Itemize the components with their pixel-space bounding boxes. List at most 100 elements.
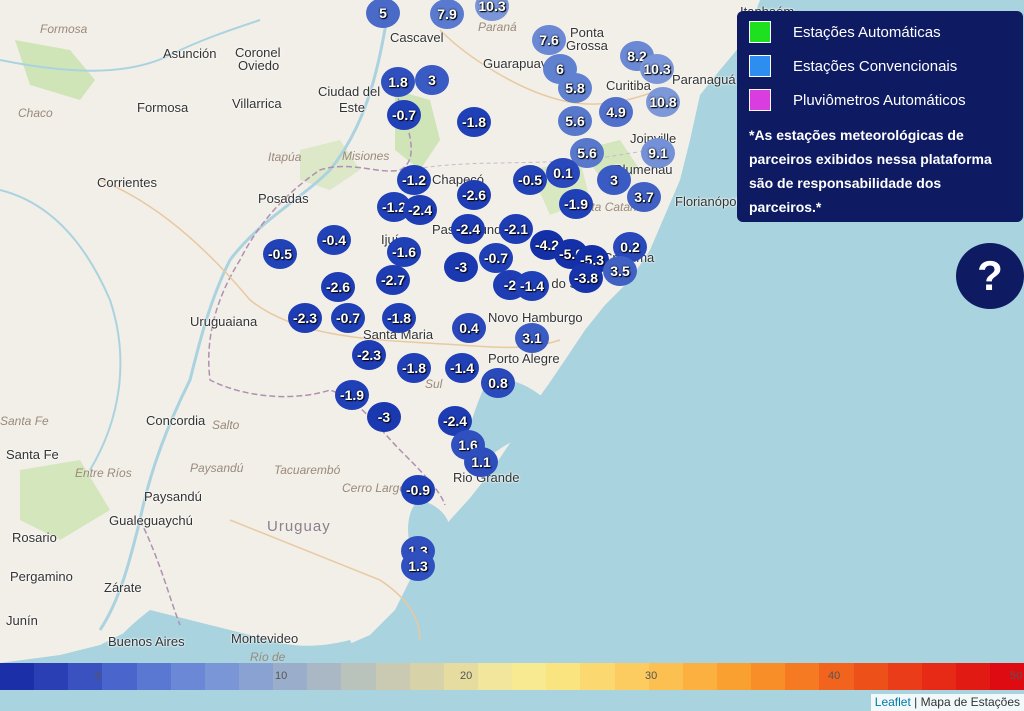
station-marker[interactable]: -1.8 bbox=[457, 107, 491, 137]
station-marker[interactable]: -3 bbox=[367, 402, 401, 432]
station-marker[interactable]: -1.4 bbox=[445, 353, 479, 383]
question-icon: ? bbox=[977, 252, 1003, 299]
legend-label: Pluviômetros Automáticos bbox=[793, 91, 966, 109]
region-label: Itapúa bbox=[268, 150, 302, 164]
scale-tick-label: 50 bbox=[1010, 670, 1023, 682]
scale-segment bbox=[580, 663, 615, 690]
scale-segment bbox=[546, 663, 581, 690]
scale-segment bbox=[136, 663, 171, 690]
station-marker[interactable]: -3.8 bbox=[569, 263, 603, 293]
scale-segment bbox=[307, 663, 342, 690]
scale-segment bbox=[785, 663, 820, 690]
station-marker[interactable]: -2.3 bbox=[352, 340, 386, 370]
city-label: Concordia bbox=[146, 413, 206, 428]
station-marker[interactable]: -1.9 bbox=[335, 380, 369, 410]
scale-segment bbox=[716, 663, 752, 690]
city-label: Oviedo bbox=[238, 58, 280, 73]
station-marker[interactable]: -1.6 bbox=[387, 237, 421, 267]
scale-segment bbox=[853, 663, 888, 690]
scale-segment bbox=[238, 663, 274, 690]
legend-swatch bbox=[749, 89, 771, 111]
station-marker[interactable]: -2.6 bbox=[321, 272, 355, 302]
station-marker[interactable]: 9.1 bbox=[641, 138, 675, 168]
city-label: Curitiba bbox=[606, 78, 651, 93]
station-marker[interactable]: -0.7 bbox=[331, 303, 365, 333]
station-marker[interactable]: 3.7 bbox=[627, 182, 661, 212]
station-marker[interactable]: 3 bbox=[597, 165, 631, 195]
station-marker[interactable]: 3.1 bbox=[515, 323, 549, 353]
station-marker[interactable]: -1.4 bbox=[515, 271, 549, 301]
city-label: Formosa bbox=[137, 100, 189, 115]
station-marker[interactable]: -2.6 bbox=[457, 180, 491, 210]
scale-tick-label: 0 bbox=[95, 670, 102, 682]
station-marker[interactable]: 10.8 bbox=[646, 87, 680, 117]
station-marker[interactable]: 1.3 bbox=[401, 551, 435, 581]
station-marker[interactable]: 0.8 bbox=[481, 368, 515, 398]
station-marker[interactable]: 3.5 bbox=[603, 256, 637, 286]
station-marker[interactable]: 5.6 bbox=[558, 106, 592, 136]
station-marker[interactable]: 0.4 bbox=[452, 313, 486, 343]
scale-tick-label: 40 bbox=[828, 670, 841, 682]
scale-segment bbox=[341, 663, 376, 690]
city-label: Villarrica bbox=[232, 96, 282, 111]
help-button[interactable]: ? bbox=[956, 243, 1024, 309]
city-label: Ciudad del bbox=[318, 84, 381, 99]
scale-tick-label: 20 bbox=[460, 670, 473, 682]
scale-segment bbox=[887, 663, 922, 690]
attribution-text: | Mapa de Estações bbox=[914, 695, 1020, 709]
region-label: Paysandú bbox=[190, 461, 244, 475]
station-marker[interactable]: 0.1 bbox=[546, 158, 580, 188]
station-marker[interactable]: -0.5 bbox=[263, 239, 297, 269]
leaflet-link[interactable]: Leaflet bbox=[875, 695, 911, 709]
scale-segment bbox=[751, 663, 786, 690]
station-marker[interactable]: -1.8 bbox=[397, 353, 431, 383]
station-marker[interactable]: -1.8 bbox=[382, 303, 416, 333]
station-marker[interactable]: 7.6 bbox=[532, 25, 566, 55]
station-marker[interactable]: 1.8 bbox=[381, 67, 415, 97]
station-marker[interactable]: -1.2 bbox=[397, 165, 431, 195]
legend-swatch bbox=[749, 55, 771, 77]
region-label: Misiones bbox=[342, 149, 390, 163]
station-marker[interactable]: -2.1 bbox=[499, 214, 533, 244]
city-label: Uruguaiana bbox=[190, 314, 258, 329]
city-label: Zárate bbox=[104, 580, 142, 595]
station-marker[interactable]: -0.5 bbox=[513, 165, 547, 195]
station-marker[interactable]: 10.3 bbox=[640, 54, 674, 84]
station-marker[interactable]: -0.7 bbox=[479, 243, 513, 273]
station-marker[interactable]: -2.4 bbox=[451, 214, 485, 244]
scale-tick-label: 10 bbox=[275, 670, 288, 682]
station-marker[interactable]: 5.8 bbox=[558, 73, 592, 103]
station-marker[interactable]: 3 bbox=[415, 65, 449, 95]
station-marker[interactable]: -1.9 bbox=[559, 189, 593, 219]
station-marker[interactable]: 1.1 bbox=[464, 447, 498, 477]
legend-label: Estações Convencionais bbox=[793, 57, 958, 75]
scale-segment bbox=[204, 663, 239, 690]
region-label: Tacuarembó bbox=[274, 463, 341, 477]
city-label: Gualeguaychú bbox=[109, 513, 193, 528]
scale-segment bbox=[512, 663, 547, 690]
station-marker[interactable]: -0.9 bbox=[401, 475, 435, 505]
legend-item: Estações Convencionais bbox=[749, 55, 1011, 77]
city-label: Este bbox=[339, 100, 366, 115]
station-marker[interactable]: -2.7 bbox=[376, 265, 410, 295]
station-marker[interactable]: -2.3 bbox=[288, 303, 322, 333]
region-label: Sul bbox=[425, 377, 443, 391]
station-marker[interactable]: 4.9 bbox=[599, 97, 633, 127]
station-marker[interactable]: -3 bbox=[444, 252, 478, 282]
station-marker[interactable]: -0.4 bbox=[317, 225, 351, 255]
scale-segment bbox=[375, 663, 410, 690]
city-label: Cascavel bbox=[390, 30, 444, 45]
scale-segment bbox=[614, 663, 649, 690]
scale-segment bbox=[921, 663, 956, 690]
station-marker[interactable]: -2.4 bbox=[403, 195, 437, 225]
legend-note: *As estações meteorológicas de parceiros… bbox=[749, 127, 992, 215]
legend-item: Estações Automáticas bbox=[749, 21, 1011, 43]
city-label: Rosario bbox=[12, 530, 57, 545]
station-marker[interactable]: 7.9 bbox=[430, 0, 464, 29]
scale-segment bbox=[102, 663, 137, 690]
city-label: Montevideo bbox=[231, 631, 299, 646]
scale-segment bbox=[0, 663, 35, 690]
city-label: Porto Alegre bbox=[488, 351, 560, 366]
station-marker[interactable]: -0.7 bbox=[387, 100, 421, 130]
region-label: Chaco bbox=[18, 106, 53, 120]
